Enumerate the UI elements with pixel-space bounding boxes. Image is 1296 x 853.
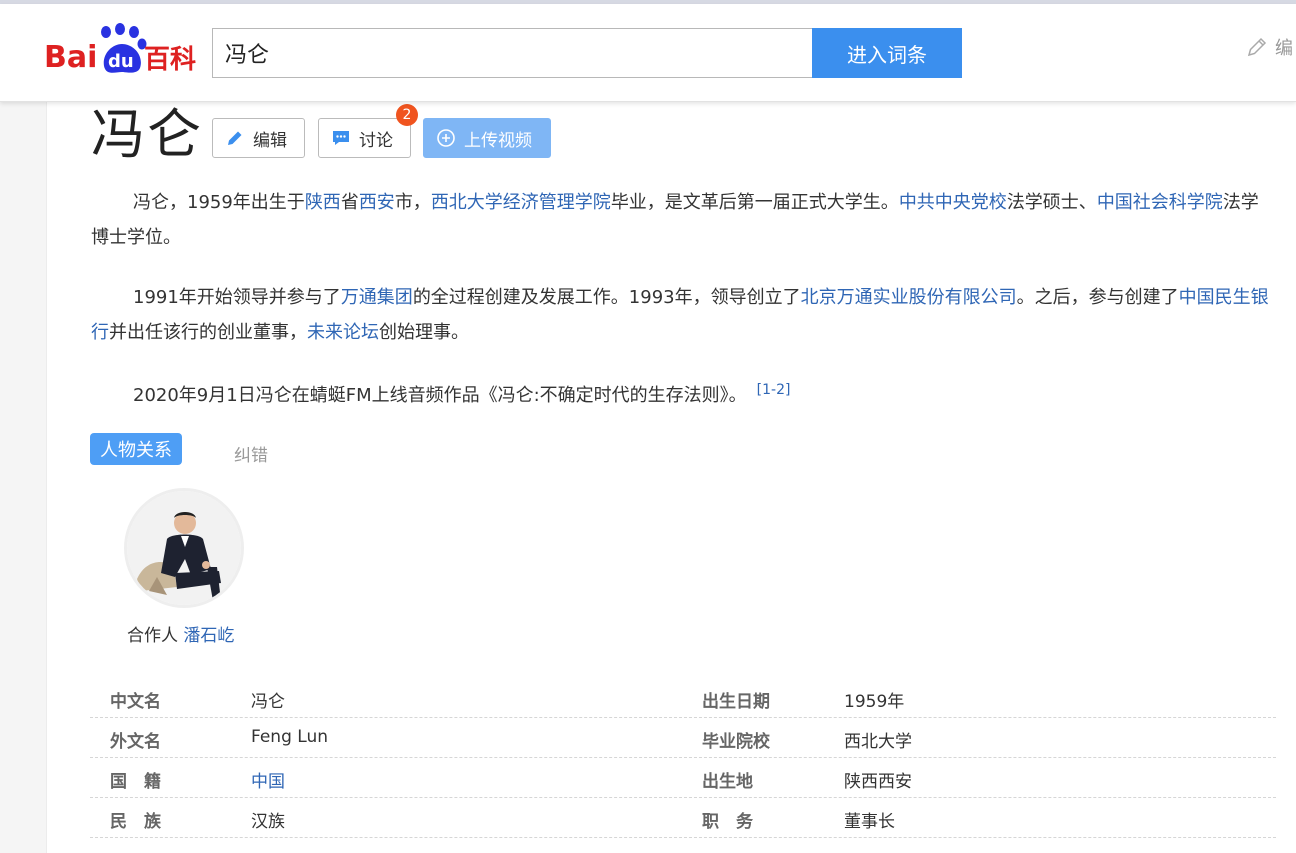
summary-paragraph-3: 2020年9月1日冯仑在蜻蜓FM上线音频作品《冯仑:不确定时代的生存法则》。 [1… xyxy=(91,373,1271,413)
link-future-forum[interactable]: 未来论坛 xyxy=(307,322,379,343)
text-segment: 省 xyxy=(340,192,359,213)
info-value: 陕西西安 xyxy=(844,772,912,792)
info-value: 汉族 xyxy=(251,812,285,832)
edit-button[interactable]: 编辑 xyxy=(212,118,305,158)
discuss-count-badge: 2 xyxy=(396,104,418,126)
header-edit-link[interactable]: 编 xyxy=(1245,34,1293,60)
info-value: 冯仑 xyxy=(251,692,285,712)
basic-info-table: 中文名 冯仑 出生日期 1959年 外文名 Feng Lun 毕业院校 西北大学… xyxy=(90,678,1276,838)
person-photo xyxy=(127,491,241,605)
text-segment: 冯仑，1959年出生于 xyxy=(133,192,305,213)
relation-type: 合作人 xyxy=(127,626,178,646)
info-value: 董事长 xyxy=(844,812,895,832)
text-segment: 。之后，参与创建了 xyxy=(1016,287,1179,308)
link-nwu-school[interactable]: 西北大学经济管理学院 xyxy=(431,192,611,213)
info-row: 外文名 Feng Lun 毕业院校 西北大学 xyxy=(90,718,1276,758)
logo-text-baike: 百科 xyxy=(144,45,196,75)
site-header: Bai du 百科 进入词条 编 xyxy=(0,4,1296,102)
left-rail xyxy=(0,101,47,853)
link-vantone-group[interactable]: 万通集团 xyxy=(341,287,413,308)
relation-person-link[interactable]: 潘石屹 xyxy=(183,626,234,646)
link-party-school[interactable]: 中共中央党校 xyxy=(899,192,1007,213)
link-cass[interactable]: 中国社会科学院 xyxy=(1097,192,1223,213)
info-key: 毕业院校 xyxy=(702,732,770,752)
baidu-baike-logo[interactable]: Bai du 百科 xyxy=(44,22,204,78)
summary-paragraph-1: 冯仑，1959年出生于陕西省西安市，西北大学经济管理学院毕业，是文革后第一届正式… xyxy=(91,185,1271,255)
text-segment: 毕业，是文革后第一届正式大学生。 xyxy=(610,192,899,213)
text-segment: 并出任该行的创业董事， xyxy=(109,322,307,343)
discuss-button[interactable]: 讨论 xyxy=(318,118,411,158)
text-segment: 创始理事。 xyxy=(379,322,469,343)
upload-video-button[interactable]: 上传视频 xyxy=(423,118,551,158)
info-key: 外文名 xyxy=(110,732,161,752)
discuss-button-label: 讨论 xyxy=(359,130,393,151)
info-row: 民 族 汉族 职 务 董事长 xyxy=(90,798,1276,838)
pencil-icon xyxy=(1247,37,1267,57)
info-key: 中文名 xyxy=(110,692,161,712)
correct-error-link[interactable]: 纠错 xyxy=(234,441,268,466)
relation-avatar[interactable] xyxy=(124,488,244,608)
tab-person-relations[interactable]: 人物关系 xyxy=(90,433,182,465)
entry-title: 冯仑 xyxy=(91,103,203,166)
info-row: 中文名 冯仑 出生日期 1959年 xyxy=(90,678,1276,718)
text-segment: 的全过程创建及发展工作。1993年，领导创立了 xyxy=(412,287,801,308)
info-row: 国 籍 中国 出生地 陕西西安 xyxy=(90,758,1276,798)
reference-link[interactable]: [1-2] xyxy=(757,382,791,398)
nationality-link[interactable]: 中国 xyxy=(251,767,285,792)
chat-bubble-icon xyxy=(333,131,349,145)
text-segment: 1991年开始领导并参与了 xyxy=(133,287,341,308)
link-shaanxi[interactable]: 陕西 xyxy=(305,192,341,213)
edit-button-label: 编辑 xyxy=(253,130,287,151)
upload-video-label: 上传视频 xyxy=(464,130,532,151)
search-input[interactable] xyxy=(225,29,795,77)
info-value: 西北大学 xyxy=(844,732,912,752)
relation-caption: 合作人 潘石屹 xyxy=(127,621,234,646)
info-key: 职 务 xyxy=(702,812,753,832)
info-key: 出生地 xyxy=(702,772,753,792)
info-key: 国 籍 xyxy=(110,772,161,792)
text-segment: 市， xyxy=(394,192,431,213)
summary-paragraph-2: 1991年开始领导并参与了万通集团的全过程创建及发展工作。1993年，领导创立了… xyxy=(91,280,1271,350)
text-segment: 法学硕士、 xyxy=(1006,192,1097,213)
info-value: Feng Lun xyxy=(251,727,328,747)
entry-main: 冯仑 编辑 讨论 2 上传视频 冯仑，1959年出生于陕西省西安市，西北大学经济… xyxy=(47,101,1296,853)
info-key: 出生日期 xyxy=(702,692,770,712)
info-key: 民 族 xyxy=(110,812,161,832)
link-xian[interactable]: 西安 xyxy=(359,192,395,213)
logo-text-du: du xyxy=(108,51,134,72)
search-box xyxy=(212,28,812,78)
enter-entry-button[interactable]: 进入词条 xyxy=(812,28,962,78)
plus-circle-icon xyxy=(437,129,455,147)
logo-text-bai: Bai xyxy=(44,40,97,75)
header-edit-label: 编 xyxy=(1275,38,1293,59)
text-segment: 2020年9月1日冯仑在蜻蜓FM上线音频作品《冯仑:不确定时代的生存法则》。 xyxy=(133,385,747,406)
pencil-icon xyxy=(228,131,242,145)
link-beijing-vantone[interactable]: 北京万通实业股份有限公司 xyxy=(801,287,1017,308)
info-value: 1959年 xyxy=(844,692,905,712)
